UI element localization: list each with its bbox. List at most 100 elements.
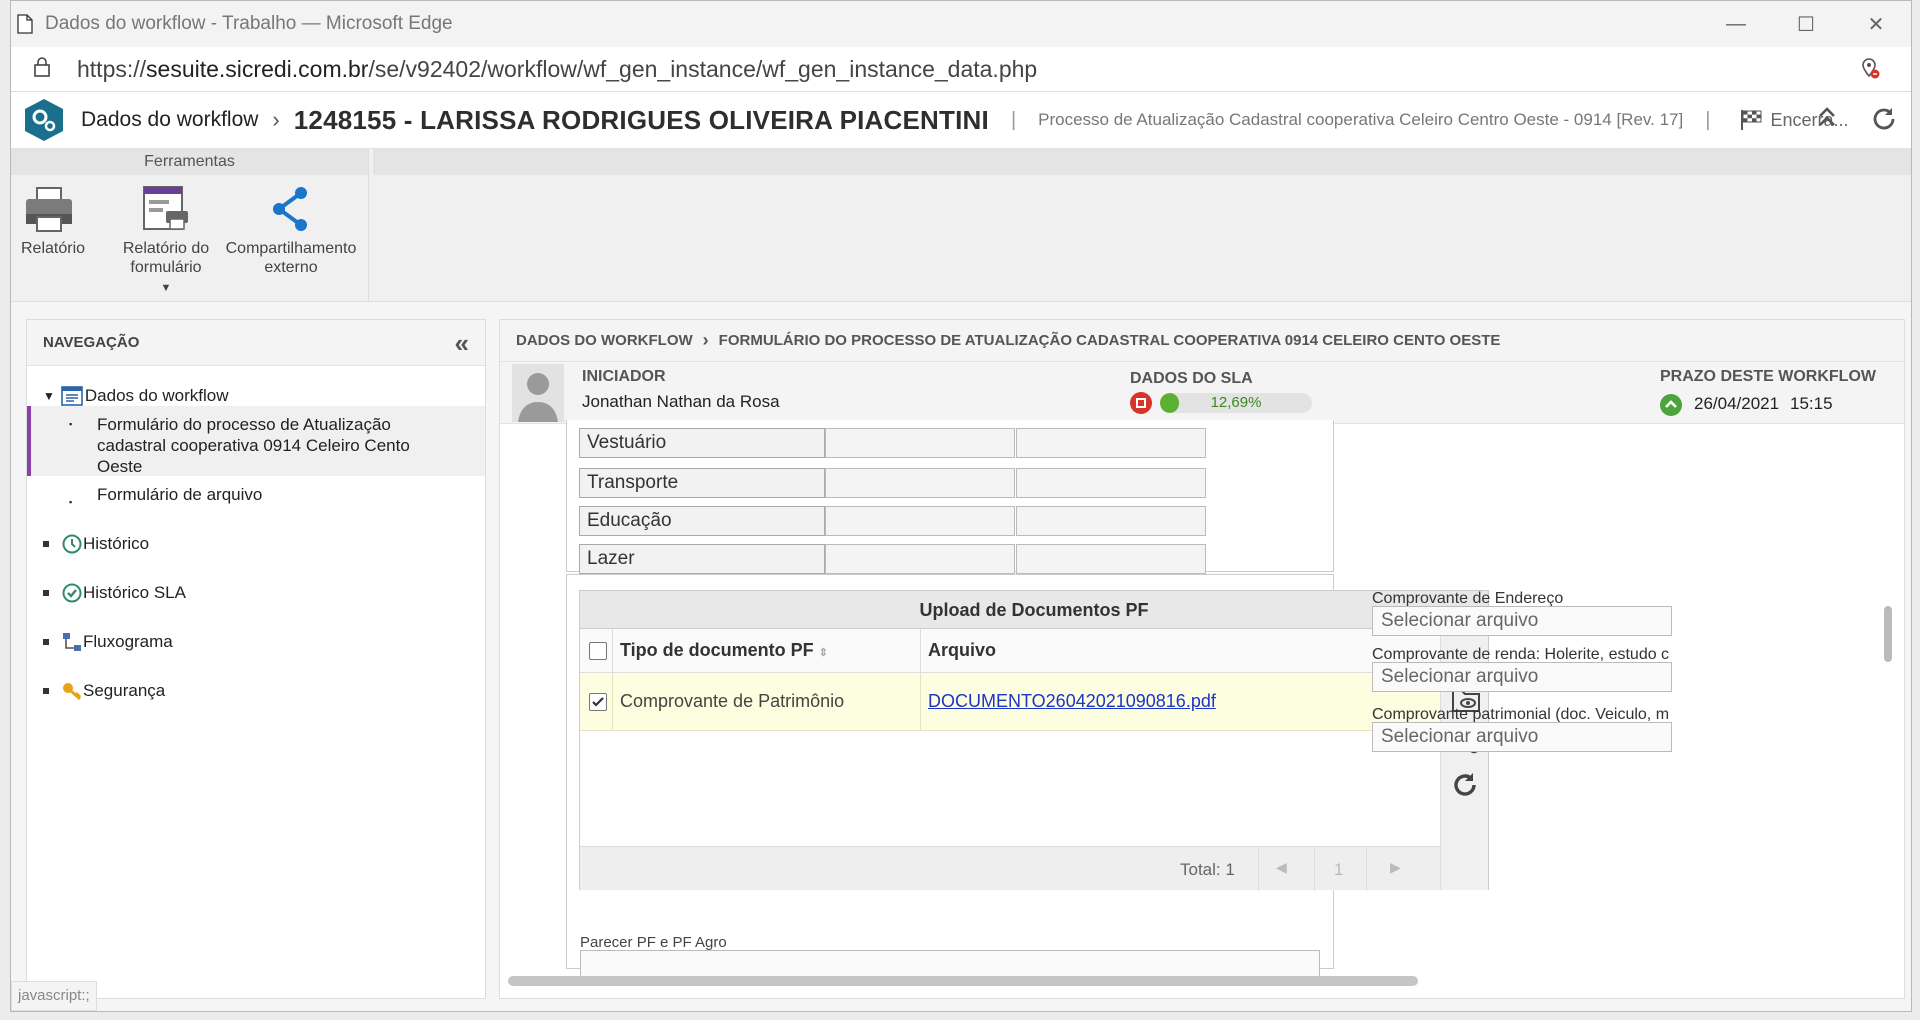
expense-input[interactable] — [1016, 506, 1206, 536]
row-label: Lazer — [579, 544, 825, 574]
breadcrumb-form: FORMULÁRIO DO PROCESSO DE ATUALIZAÇÃO CA… — [718, 332, 1501, 349]
form-report-icon — [143, 186, 188, 230]
sort-icon: ⇕ — [818, 647, 828, 659]
address-bar[interactable]: https://sesuite.sicredi.com.br/se/v92402… — [11, 47, 1911, 92]
finish-flag-icon — [1741, 110, 1762, 130]
expense-table: Vestuário Transporte Educação Lazer — [566, 420, 1334, 574]
collapse-up-icon[interactable] — [1817, 106, 1837, 128]
nav-workflow-data[interactable]: ▼ Dados do workflow — [43, 386, 229, 406]
horizontal-scrollbar[interactable] — [508, 976, 1418, 986]
upload-grid-title: Upload de Documentos PF — [580, 591, 1488, 629]
file-link[interactable]: DOCUMENTO26042021090816.pdf — [928, 691, 1216, 712]
doc-type-cell: Comprovante de Patrimônio — [620, 691, 845, 711]
expand-arrow-icon: ▼ — [43, 389, 55, 403]
expense-input[interactable] — [1016, 428, 1206, 458]
sla-stop-icon[interactable] — [1130, 392, 1152, 414]
tools-group: Ferramentas Relatório Relatório do formul… — [11, 149, 369, 302]
url-text[interactable]: https://sesuite.sicredi.com.br/se/v92402… — [77, 56, 1037, 83]
window-title: Dados do workflow - Trabalho — Microsoft… — [45, 13, 453, 34]
browser-window: Dados do workflow - Trabalho — Microsoft… — [10, 0, 1912, 1012]
workflow-logo-icon — [25, 99, 63, 141]
expense-input[interactable] — [825, 428, 1015, 458]
initiator-name: Jonathan Nathan da Rosa — [582, 392, 780, 411]
chevron-right-icon: › — [702, 330, 709, 350]
sla-progress-bar: 12,69% — [1160, 393, 1312, 413]
app-header: Dados do workflow › 1248155 - LARISSA RO… — [11, 92, 1911, 149]
parecer-label: Parecer PF e PF Agro — [580, 934, 727, 951]
form-icon — [61, 386, 83, 406]
workflow-title: 1248155 - LARISSA RODRIGUES OLIVEIRA PIA… — [293, 104, 989, 135]
chevron-right-icon: › — [272, 107, 280, 132]
upload-documents-grid: Upload de Documentos PF Tipo de document… — [579, 590, 1489, 891]
address-proof-select[interactable]: Selecionar arquivo — [1372, 606, 1672, 636]
selection-marker — [27, 406, 31, 476]
row-label: Vestuário — [579, 428, 825, 458]
grid-header: Tipo de documento PF ⇕ Arquivo — [580, 629, 1440, 673]
deadline-date: 26/04/2021 — [1694, 394, 1780, 413]
nav-item-file-form[interactable]: Formulário de arquivo — [97, 484, 262, 505]
navigation-header: NAVEGAÇÃO « — [27, 320, 485, 366]
row-label: Transporte — [579, 468, 825, 498]
expense-input[interactable] — [825, 506, 1015, 536]
column-doc-type[interactable]: Tipo de documento PF ⇕ — [620, 640, 828, 661]
refresh-grid-icon[interactable] — [1451, 771, 1479, 799]
document-icon — [15, 12, 35, 36]
tools-group-title: Ferramentas — [11, 149, 368, 175]
income-proof-select[interactable]: Selecionar arquivo — [1372, 662, 1672, 692]
nav-item-history[interactable]: Histórico — [43, 533, 149, 555]
nav-item-security[interactable]: Segurança — [43, 680, 165, 702]
lock-icon[interactable] — [33, 56, 55, 83]
refresh-icon[interactable] — [1871, 106, 1897, 132]
row-label: Educação — [579, 506, 825, 536]
deadline-time: 15:15 — [1790, 394, 1833, 413]
row-checkbox[interactable] — [589, 693, 607, 711]
title-bar: Dados do workflow - Trabalho — Microsoft… — [11, 1, 1911, 47]
process-name: Processo de Atualização Cadastral cooper… — [1038, 110, 1684, 129]
status-bar-url: javascript:; — [11, 981, 97, 1011]
sla-label: DADOS DO SLA — [1130, 370, 1253, 387]
main-breadcrumb: DADOS DO WORKFLOW › FORMULÁRIO DO PROCES… — [500, 320, 1904, 362]
vertical-scrollbar[interactable] — [1884, 606, 1892, 662]
collapse-left-icon[interactable]: « — [455, 328, 469, 359]
deadline-up-icon — [1660, 394, 1682, 416]
table-row[interactable]: Comprovante de Patrimônio DOCUMENTO26042… — [580, 673, 1440, 731]
share-icon — [273, 187, 307, 231]
close-icon[interactable]: ✕ — [1841, 1, 1911, 47]
header-crumb[interactable]: Dados do workflow — [81, 108, 258, 132]
expense-input[interactable] — [1016, 544, 1206, 574]
next-page-icon[interactable]: ▶ — [1390, 859, 1401, 876]
breadcrumb-workflow-data[interactable]: DADOS DO WORKFLOW — [516, 332, 693, 349]
maximize-icon[interactable]: ☐ — [1771, 1, 1841, 47]
nav-item-flowchart[interactable]: Fluxograma — [43, 631, 173, 653]
expense-input[interactable] — [1016, 468, 1206, 498]
navigation-panel: NAVEGAÇÃO « ▼ Dados do workflow ▪ Formul… — [26, 319, 486, 999]
workflow-info-bar: INICIADOR Jonathan Nathan da Rosa DADOS … — [500, 362, 1904, 424]
dropdown-caret-icon: ▼ — [160, 282, 172, 294]
expense-input[interactable] — [825, 544, 1015, 574]
asset-proof-select[interactable]: Selecionar arquivo — [1372, 722, 1672, 752]
nav-item-form-selected[interactable]: ▪ Formulário do processo de Atualização c… — [27, 406, 485, 476]
nav-item-sla-history[interactable]: Histórico SLA — [43, 582, 186, 604]
sla-history-icon — [62, 583, 82, 603]
key-icon — [63, 683, 82, 701]
initiator-label: INICIADOR — [582, 368, 666, 385]
printer-icon — [26, 187, 72, 232]
main-panel: DADOS DO WORKFLOW › FORMULÁRIO DO PROCES… — [499, 319, 1905, 999]
sla-percent: 12,69% — [1210, 394, 1262, 411]
prev-page-icon[interactable]: ◀ — [1276, 859, 1287, 876]
total-count: Total: 1 — [1180, 860, 1235, 879]
report-button[interactable]: Relatório — [21, 185, 85, 258]
location-blocked-icon[interactable] — [1861, 57, 1881, 86]
expense-input[interactable] — [825, 468, 1015, 498]
select-all-checkbox[interactable] — [589, 642, 607, 660]
external-share-button[interactable]: Compartilhamento externo — [221, 185, 361, 277]
ribbon-toolbar: Ferramentas Relatório Relatório do formul… — [11, 149, 1911, 302]
page-number[interactable]: 1 — [1334, 860, 1343, 880]
avatar — [512, 364, 564, 422]
grid-pagination: Total: 1 ◀ 1 ▶ — [580, 846, 1440, 891]
column-file[interactable]: Arquivo — [928, 640, 996, 661]
deadline-label: PRAZO DESTE WORKFLOW — [1660, 368, 1876, 385]
form-report-button[interactable]: Relatório do formulário ▼ — [111, 185, 221, 298]
flowchart-icon — [63, 633, 81, 651]
minimize-icon[interactable]: — — [1701, 1, 1771, 47]
